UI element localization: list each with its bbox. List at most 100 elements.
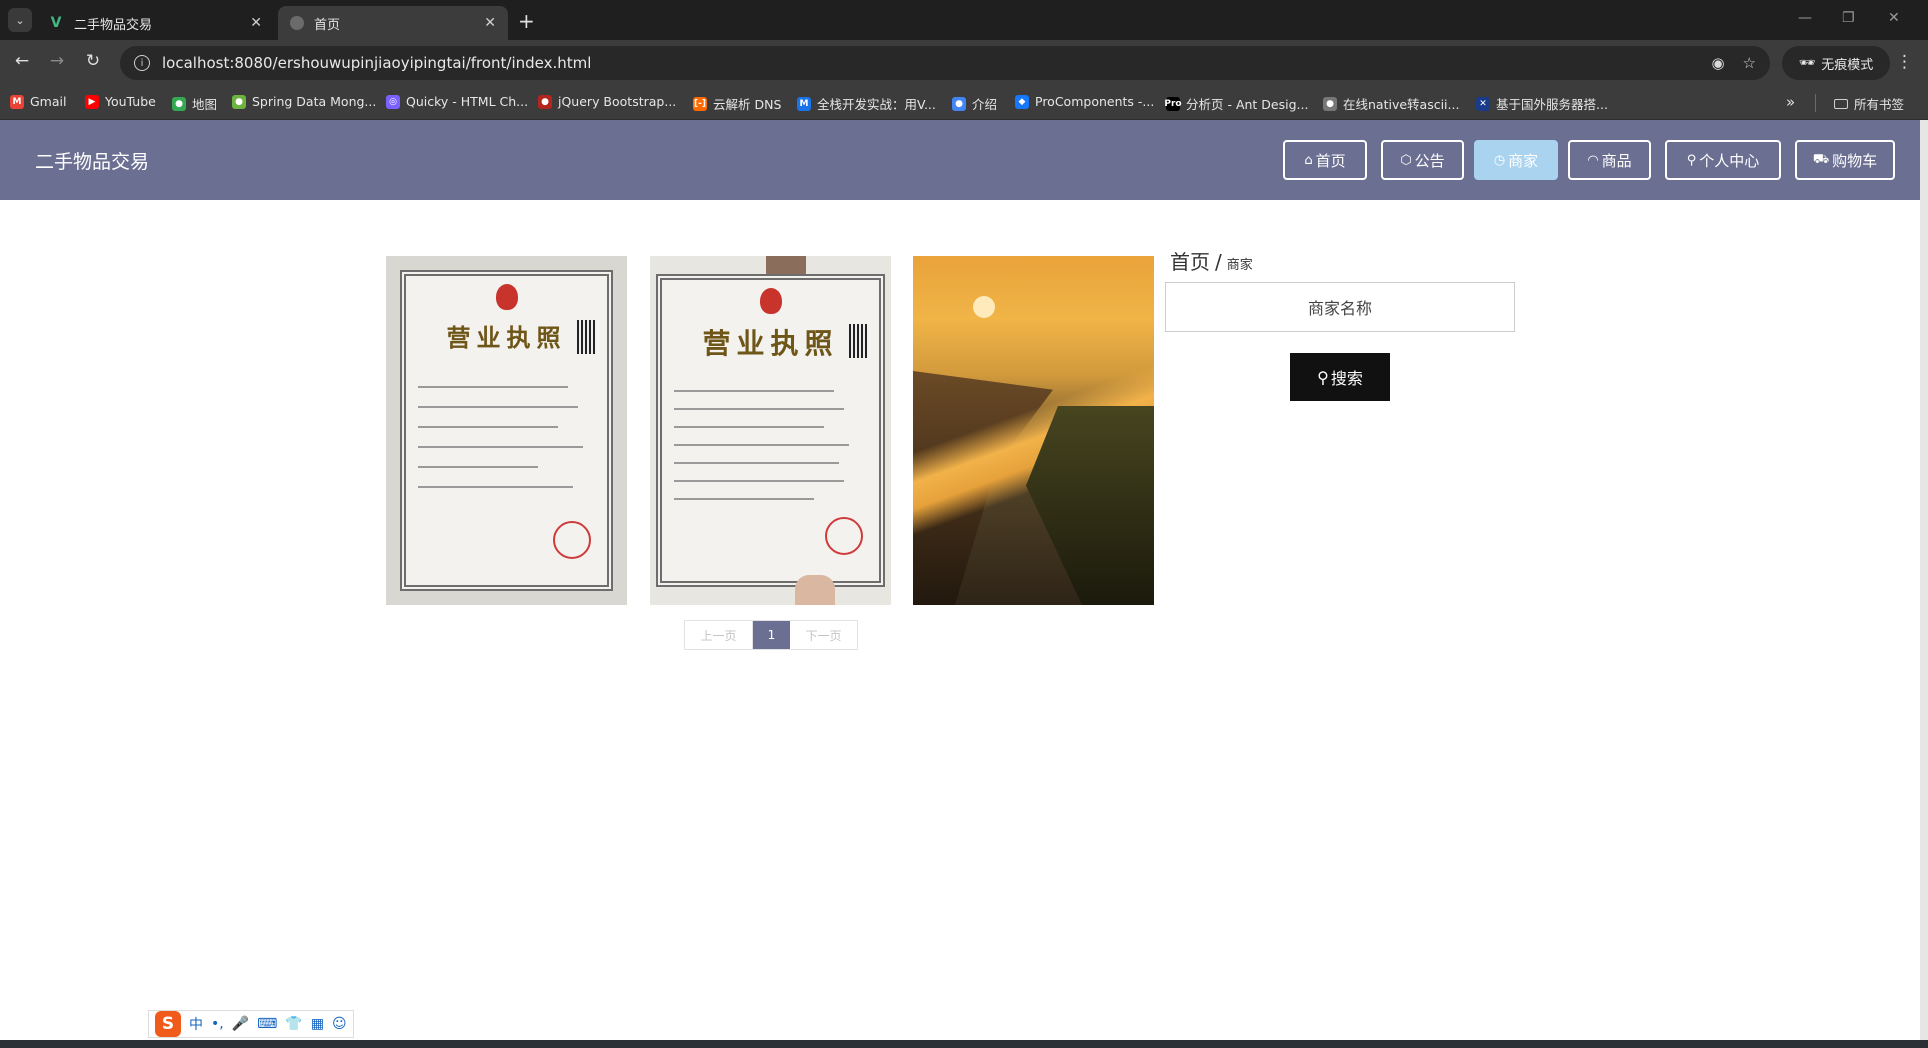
national-emblem-icon — [759, 288, 782, 314]
search-button-label: 搜索 — [1330, 369, 1363, 388]
page-number-button[interactable]: 1 — [753, 621, 790, 649]
bookmark-item[interactable]: Pro 分析页 - Ant Desig... — [1164, 94, 1309, 113]
bookmark-label: ProComponents -... — [1035, 94, 1155, 109]
qr-code-icon — [577, 320, 595, 354]
browser-tabstrip: ⌄ V 二手物品交易 ✕ 首页 ✕ + — ❐ ✕ — [0, 0, 1928, 40]
breadcrumb-home[interactable]: 首页 — [1170, 250, 1210, 274]
bookmarks-bar: M Gmail ▶ YouTube ● 地图 ● Spring Data Mong... ◎ Qu… — [0, 86, 1928, 120]
globe-favicon-icon — [290, 16, 304, 30]
new-tab-plus-icon[interactable]: + — [518, 9, 535, 33]
ime-emoji-icon[interactable]: ☺ — [332, 1016, 347, 1032]
prev-page-button[interactable]: 上一页 — [685, 621, 753, 649]
bookmark-item[interactable]: ● 地图 — [172, 94, 217, 113]
nav-profile-button[interactable]: ⚲ 个人中心 — [1665, 140, 1781, 180]
window-close-icon[interactable]: ✕ — [1888, 10, 1900, 26]
search-button[interactable]: ⚲ 搜索 — [1290, 353, 1390, 401]
national-emblem-icon — [495, 284, 518, 310]
tab-title: 首页 — [314, 17, 341, 33]
browser-tab-2[interactable]: 首页 ✕ — [278, 6, 508, 40]
incognito-badge[interactable]: 🕶 无痕模式 — [1782, 46, 1890, 80]
ime-toolbox-icon[interactable]: ▦ — [311, 1016, 324, 1032]
next-page-button[interactable]: 下一页 — [790, 621, 857, 649]
url-text[interactable]: localhost:8080/ershouwupinjiaoyipingtai/… — [162, 54, 1711, 72]
bookmark-item[interactable]: ● 介绍 — [952, 94, 997, 113]
site-header: 二手物品交易 ⌂ 首页 ⬡ 公告 ◷ 商家 ◠ 商品 ⚲ 个人中心 ⛟ 购物车 — [0, 120, 1920, 200]
search-placeholder: 商家名称 — [1307, 299, 1372, 318]
bookmark-item[interactable]: [-] 云解析 DNS — [693, 94, 781, 113]
ime-chinese-mode-icon[interactable]: 中 — [189, 1014, 203, 1034]
search-icon: ⚲ — [1317, 367, 1329, 387]
bookmark-item[interactable]: ● Spring Data Mong... — [232, 94, 376, 109]
bookmark-label: 在线native转ascii... — [1343, 97, 1460, 112]
gauge-icon: ◠ — [1587, 152, 1599, 168]
nav-merchants-button[interactable]: ◷ 商家 — [1474, 140, 1558, 180]
back-arrow-icon[interactable]: ← — [10, 51, 34, 71]
forward-arrow-icon[interactable]: → — [45, 51, 69, 71]
nav-label: 商品 — [1601, 151, 1632, 170]
bookmark-item[interactable]: ◎ Quicky - HTML Ch... — [386, 94, 528, 109]
close-tab-icon[interactable]: ✕ — [250, 15, 262, 31]
address-bar[interactable]: i localhost:8080/ershouwupinjiaoyipingta… — [120, 46, 1770, 80]
bookmark-star-icon[interactable]: ☆ — [1743, 54, 1756, 72]
folder-icon — [1834, 98, 1848, 109]
more-bookmarks-chevron-icon[interactable]: » — [1786, 93, 1795, 111]
ime-skin-icon[interactable]: 👕 — [285, 1016, 302, 1032]
nav-label: 首页 — [1315, 151, 1346, 170]
bookmark-label: Quicky - HTML Ch... — [406, 94, 529, 109]
restore-icon[interactable]: ❐ — [1842, 10, 1855, 26]
bookmark-favicon-icon: ● — [1323, 96, 1337, 111]
browser-menu-icon[interactable]: ⋮ — [1896, 52, 1913, 72]
bookmark-item[interactable]: ◆ ProComponents -... — [1015, 94, 1154, 109]
home-icon: ⌂ — [1304, 152, 1313, 168]
bookmark-label: 分析页 - Ant Desig... — [1186, 97, 1309, 112]
ime-keyboard-icon[interactable]: ⌨ — [257, 1016, 277, 1032]
nav-announcements-button[interactable]: ⬡ 公告 — [1381, 140, 1464, 180]
bookmark-item[interactable]: M 全栈开发实战：用V... — [797, 94, 936, 113]
close-tab-icon[interactable]: ✕ — [484, 15, 496, 31]
page-scrollbar[interactable] — [1920, 120, 1928, 1040]
merchant-image-river-landscape[interactable] — [913, 256, 1154, 605]
license-lettering: 营业执照 — [702, 327, 839, 360]
ime-voice-icon[interactable]: 🎤 — [232, 1016, 249, 1032]
sogou-logo[interactable]: S — [155, 1011, 181, 1037]
ime-punctuation-icon[interactable]: •, — [211, 1016, 224, 1032]
nav-products-button[interactable]: ◠ 商品 — [1568, 140, 1651, 180]
nav-label: 购物车 — [1832, 151, 1878, 170]
os-taskbar — [0, 1040, 1928, 1048]
browser-toolbar: ← → ↻ i localhost:8080/ershouwupinjiaoyi… — [0, 40, 1928, 86]
bookmark-label: jQuery Bootstrap... — [558, 94, 677, 109]
merchant-image-business-license-1[interactable]: 营业执照 — [386, 256, 627, 605]
nav-cart-button[interactable]: ⛟ 购物车 — [1795, 140, 1895, 180]
bookmark-item[interactable]: ✕ 基于国外服务器搭... — [1476, 94, 1608, 113]
bookmark-item[interactable]: ● jQuery Bootstrap... — [538, 94, 676, 109]
all-bookmarks-label: 所有书签 — [1854, 97, 1905, 112]
bookmark-item[interactable]: ▶ YouTube — [85, 94, 156, 109]
merchant-name-search-input[interactable]: 商家名称 — [1165, 282, 1515, 332]
bookmark-favicon-icon: M — [10, 94, 24, 109]
qr-code-icon — [849, 324, 867, 358]
bookmark-favicon-icon: [-] — [693, 96, 707, 111]
bookmark-favicon-icon: ● — [538, 94, 552, 109]
web-page: 二手物品交易 ⌂ 首页 ⬡ 公告 ◷ 商家 ◠ 商品 ⚲ 个人中心 ⛟ 购物车 营业执照 营业执照 — [0, 120, 1920, 1038]
merchant-image-business-license-2[interactable]: 营业执照 — [650, 256, 891, 605]
nav-home-button[interactable]: ⌂ 首页 — [1283, 140, 1367, 180]
bookmark-favicon-icon: M — [797, 96, 811, 111]
cube-icon: ⬡ — [1400, 152, 1412, 168]
hand-shape — [794, 575, 835, 605]
bookmark-item[interactable]: ● 在线native转ascii... — [1323, 94, 1459, 113]
bookmark-label: 全栈开发实战：用V... — [817, 97, 936, 112]
user-icon: ⚲ — [1686, 152, 1697, 168]
tab-list-chevron-icon[interactable]: ⌄ — [8, 8, 32, 32]
cart-icon: ⛟ — [1812, 151, 1830, 167]
browser-tab-1[interactable]: V 二手物品交易 ✕ — [36, 6, 274, 40]
bookmark-item[interactable]: M Gmail — [10, 94, 66, 109]
minimize-icon[interactable]: — — [1798, 10, 1812, 26]
all-bookmarks-button[interactable]: 所有书签 — [1834, 94, 1904, 113]
site-info-icon[interactable]: i — [134, 55, 150, 71]
reload-icon[interactable]: ↻ — [81, 51, 105, 71]
bookmark-label: 地图 — [192, 97, 218, 112]
incognito-label: 无痕模式 — [1821, 57, 1874, 73]
eye-off-icon[interactable]: ◉ — [1711, 54, 1724, 72]
bookmark-label: 基于国外服务器搭... — [1496, 97, 1608, 112]
breadcrumb-separator: / — [1215, 250, 1222, 274]
